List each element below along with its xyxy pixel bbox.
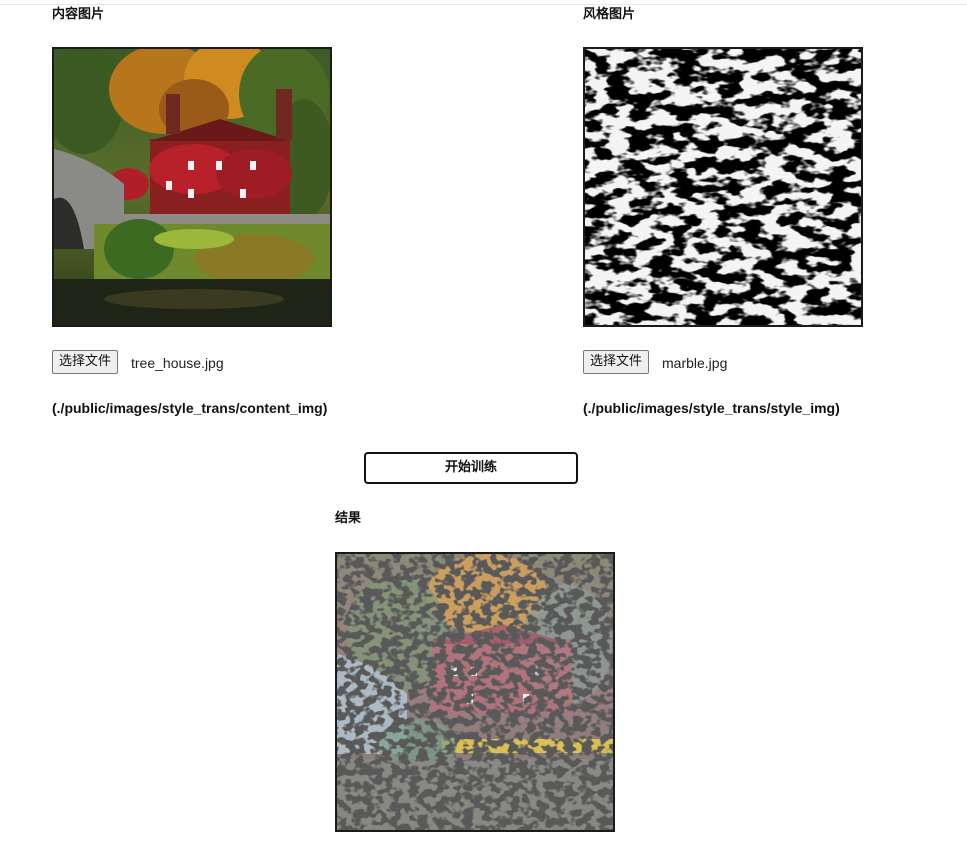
content-image-path: (./public/images/style_trans/content_img… xyxy=(52,400,328,416)
top-divider xyxy=(0,4,967,5)
content-file-name: tree_house.jpg xyxy=(131,355,224,371)
start-training-button[interactable]: 开始训练 xyxy=(364,452,578,484)
content-image-preview xyxy=(52,47,332,327)
style-image-path: (./public/images/style_trans/style_img) xyxy=(583,400,840,416)
style-file-name: marble.jpg xyxy=(662,355,728,371)
choose-style-file-button[interactable]: 选择文件 xyxy=(583,350,650,374)
result-title: 结果 xyxy=(335,511,362,526)
style-transfer-page: 内容图片 选择文件 tree_house.jpg (./public/image… xyxy=(0,0,967,846)
content-image-title: 内容图片 xyxy=(52,7,105,22)
style-image-title: 风格图片 xyxy=(583,7,636,22)
style-image-preview xyxy=(583,47,863,327)
result-image-preview xyxy=(335,552,615,832)
choose-content-file-button[interactable]: 选择文件 xyxy=(52,350,119,374)
